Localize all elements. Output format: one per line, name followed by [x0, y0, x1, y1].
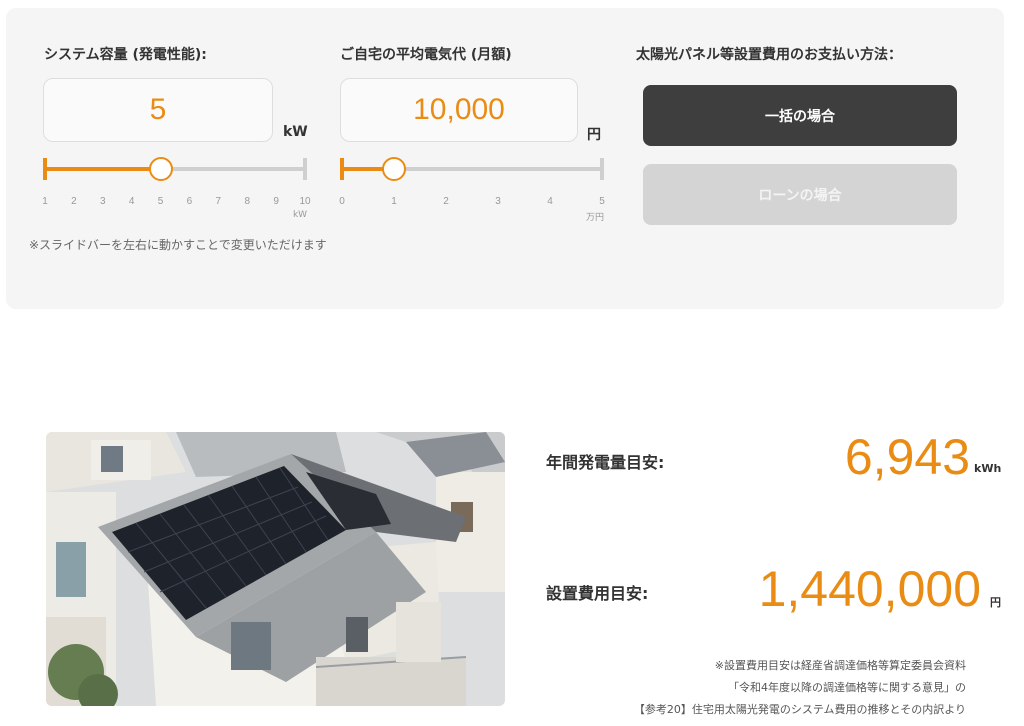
capacity-title: システム容量 (発電性能):: [44, 47, 207, 63]
slider-fill: [43, 167, 161, 171]
capacity-slider[interactable]: [43, 157, 307, 181]
source-note-line-1: ※設置費用目安は経産省調達価格等算定委員会資料: [714, 659, 966, 672]
bill-slider-handle[interactable]: [382, 157, 406, 181]
house-solar-photo: [46, 432, 505, 706]
annual-generation-value: 6,943: [844, 429, 970, 485]
capacity-tick-label: 3: [99, 196, 106, 207]
bill-tick-label: 3: [495, 196, 501, 207]
bill-tick-unit: 万円: [585, 213, 605, 223]
loan-button[interactable]: ローンの場合: [643, 164, 957, 225]
source-note-line-2: 「令和4年度以降の調達価格等に関する意見」の: [728, 681, 966, 694]
bill-unit: 円: [587, 127, 601, 143]
capacity-tick-label: 9: [273, 196, 279, 207]
capacity-unit: kW: [283, 124, 308, 140]
capacity-tick-unit: kW: [292, 210, 308, 220]
capacity-tick-label: 1: [42, 196, 48, 207]
capacity-tick-label: 5: [157, 196, 164, 207]
capacity-slider-handle[interactable]: [148, 157, 173, 181]
capacity-tick-label: 10: [299, 196, 311, 207]
slider-start-cap: [340, 158, 344, 180]
installation-cost-value: 1,440,000: [758, 561, 981, 617]
payment-title: 太陽光パネル等設置費用のお支払い方法：: [636, 47, 902, 63]
bill-tick-label: 4: [547, 196, 553, 207]
bill-tick-label: 0: [339, 196, 345, 207]
installation-cost-unit: 円: [990, 596, 1001, 609]
bill-slider[interactable]: [340, 157, 604, 181]
capacity-tick-label: 2: [71, 196, 77, 207]
annual-generation-label: 年間発電量目安:: [546, 453, 665, 472]
installation-cost-label: 設置費用目安:: [546, 584, 649, 603]
lump-sum-button[interactable]: 一括の場合: [643, 85, 957, 146]
slider-end-cap: [600, 158, 604, 180]
capacity-tick-label: 6: [186, 196, 193, 207]
bill-title: ご自宅の平均電気代 (月額): [340, 47, 512, 63]
bill-tick-label: 1: [391, 196, 397, 207]
annual-generation-unit: kWh: [974, 462, 1002, 475]
slider-start-cap: [43, 158, 47, 180]
capacity-value-field[interactable]: 5: [43, 78, 273, 142]
slider-note: ※スライドバーを左右に動かすことで変更いただけます: [29, 238, 327, 252]
bill-tick-label: 5: [599, 196, 605, 207]
source-note-line-3: 【参考20】住宅用太陽光発電のシステム費用の推移とその内訳より: [633, 703, 966, 716]
slider-end-cap: [303, 158, 307, 180]
capacity-tick-label: 7: [215, 196, 222, 207]
bill-tick-label: 2: [443, 196, 449, 207]
capacity-tick-label: 4: [128, 196, 135, 207]
bill-value-field[interactable]: 10,000: [340, 78, 578, 142]
capacity-tick-label: 8: [244, 196, 250, 207]
